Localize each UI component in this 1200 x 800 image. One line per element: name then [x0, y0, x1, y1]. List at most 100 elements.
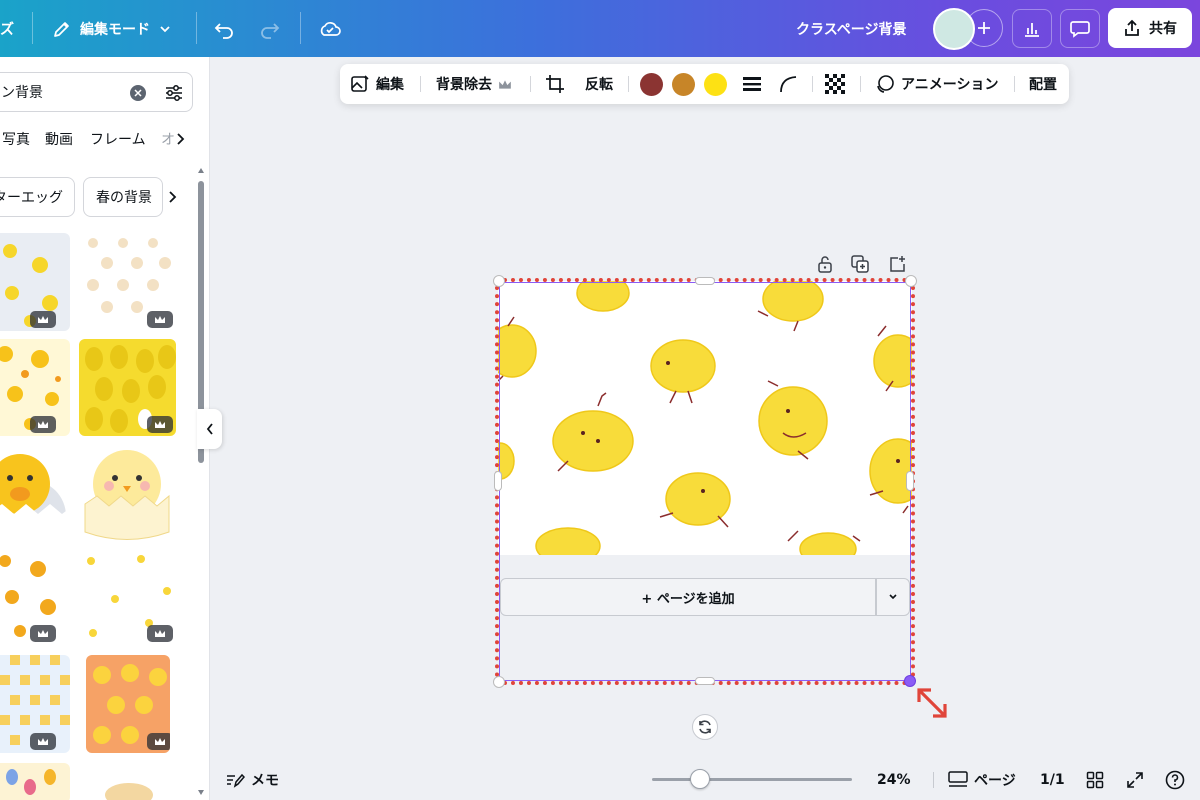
resize-handle-right[interactable] [906, 471, 914, 491]
resize-menu-label: ズ [0, 21, 14, 38]
result-thumbnail[interactable] [79, 442, 176, 542]
search-input-value: ン背景 [1, 85, 43, 101]
bar-chart-icon [1025, 22, 1039, 37]
zoom-slider[interactable] [652, 778, 852, 781]
notes-icon [227, 773, 245, 788]
resize-handle-top[interactable] [695, 277, 715, 285]
grid-view-button[interactable] [1086, 760, 1104, 800]
transparency-button[interactable] [825, 64, 845, 104]
animate-button[interactable]: アニメーション [875, 64, 998, 104]
insights-button[interactable] [1012, 9, 1052, 48]
chick-in-egg-image [84, 450, 170, 540]
redo-button[interactable] [259, 0, 281, 57]
resize-handle-left[interactable] [494, 471, 502, 491]
animate-label: アニメーション [901, 77, 999, 93]
zoom-slider-handle[interactable] [690, 769, 710, 789]
result-thumbnail[interactable] [79, 547, 176, 645]
resize-handle-top-left[interactable] [493, 275, 505, 287]
resize-handle-bottom-left[interactable] [493, 676, 505, 688]
crown-icon [147, 311, 173, 328]
add-page-quick-button[interactable] [887, 254, 907, 274]
result-thumbnail[interactable] [0, 547, 70, 645]
lock-button[interactable] [815, 254, 835, 274]
crown-icon [30, 625, 56, 642]
edit-mode-menu[interactable]: 編集モード [52, 0, 172, 57]
share-button[interactable]: 共有 [1108, 8, 1192, 48]
filter-button[interactable] [164, 83, 184, 107]
corner-rounding-button[interactable] [778, 64, 798, 104]
divider [628, 76, 629, 92]
flip-button[interactable]: 反転 [585, 64, 613, 104]
tab-photos[interactable]: 写真 [2, 129, 30, 149]
chip-label: ターエッグ [0, 190, 63, 206]
result-thumbnail[interactable] [0, 233, 70, 331]
panel-scrollbar[interactable] [196, 165, 206, 800]
transparency-icon [825, 74, 845, 94]
expand-icon [1127, 772, 1143, 788]
upload-icon [1125, 19, 1139, 36]
resize-handle-top-right[interactable] [905, 275, 917, 287]
resize-menu[interactable]: ズ [0, 0, 14, 57]
resize-arrow-icon [917, 688, 947, 718]
chevron-right-icon[interactable] [174, 132, 186, 146]
result-thumbnail[interactable] [0, 442, 70, 542]
selection-box [499, 282, 911, 681]
image-edit-icon [351, 75, 369, 92]
pages-icon [948, 771, 968, 787]
undo-icon [214, 22, 233, 39]
comments-button[interactable] [1060, 9, 1100, 48]
color-swatch-2[interactable] [672, 73, 695, 96]
design-title[interactable]: クラスページ背景 [796, 0, 906, 57]
result-thumbnail[interactable] [79, 339, 176, 436]
image-toolbar: 編集 背景除去 反転 アニメーション 配置 [340, 64, 1069, 104]
crop-button[interactable] [545, 64, 565, 104]
position-button[interactable]: 配置 [1029, 64, 1057, 104]
color-swatch-1[interactable] [640, 73, 663, 96]
edit-image-label: 編集 [376, 77, 404, 93]
chevron-right-icon[interactable] [166, 189, 178, 205]
result-thumbnail[interactable] [0, 339, 70, 436]
fullscreen-button[interactable] [1126, 760, 1144, 800]
crown-icon [147, 733, 170, 750]
crown-icon [499, 79, 511, 89]
resize-handle-bottom[interactable] [695, 677, 715, 685]
result-thumbnail[interactable] [0, 763, 70, 800]
pages-label: ページ [974, 773, 1016, 789]
border-style-button[interactable] [742, 64, 762, 104]
chevron-left-icon [206, 423, 213, 435]
clear-search-button[interactable] [130, 85, 146, 101]
color-swatch-3[interactable] [704, 73, 727, 96]
border-weight-icon [743, 77, 761, 91]
cloud-check-icon [320, 21, 341, 36]
tab-audio[interactable]: オ [161, 129, 175, 149]
result-thumbnail[interactable] [86, 655, 170, 753]
tab-videos[interactable]: 動画 [45, 129, 73, 149]
duplicate-button[interactable] [850, 254, 870, 274]
suggestion-chip[interactable]: 春の背景 [83, 177, 163, 217]
result-thumbnail[interactable] [0, 655, 70, 753]
bg-remover-button[interactable]: 背景除去 [436, 64, 512, 104]
save-status-button[interactable] [318, 0, 342, 57]
notes-button[interactable]: メモ [225, 760, 279, 800]
avatar[interactable] [933, 8, 975, 50]
zoom-level[interactable]: 24% [877, 760, 911, 800]
result-thumbnail[interactable] [79, 763, 176, 800]
edit-image-button[interactable]: 編集 [350, 64, 404, 104]
redo-icon [261, 22, 280, 39]
sliders-icon [166, 85, 182, 101]
duplicate-icon [851, 255, 869, 273]
position-label: 配置 [1029, 77, 1057, 93]
rotate-button[interactable] [692, 714, 718, 740]
plus-icon [978, 22, 990, 34]
crown-icon [30, 733, 56, 750]
tab-frames[interactable]: フレーム [90, 129, 146, 149]
undo-button[interactable] [213, 0, 235, 57]
rotate-icon [699, 720, 711, 734]
help-button[interactable] [1165, 760, 1185, 800]
pages-button[interactable]: ページ [948, 760, 1016, 800]
collapse-panel-button[interactable] [197, 409, 222, 449]
design-title-text: クラスページ背景 [796, 21, 907, 38]
chick-in-egg-image [0, 454, 70, 542]
suggestion-chip[interactable]: ターエッグ [0, 177, 75, 217]
result-thumbnail[interactable] [79, 233, 176, 331]
